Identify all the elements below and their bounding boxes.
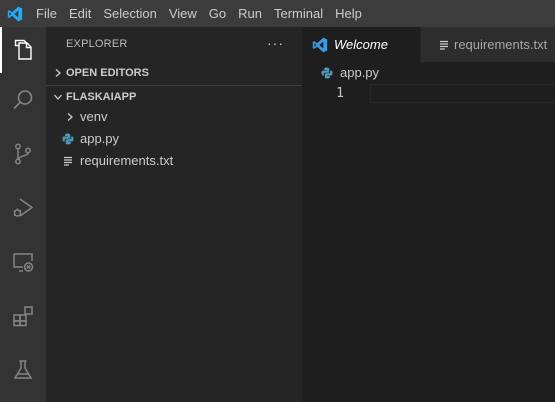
activity-explorer[interactable]	[0, 27, 46, 73]
tree-item-label: requirements.txt	[80, 153, 174, 168]
extensions-icon	[13, 306, 33, 327]
explorer-title: EXPLORER	[66, 38, 128, 50]
activity-run-debug[interactable]	[0, 185, 46, 231]
vscode-logo-icon	[0, 0, 30, 27]
activity-bar	[0, 27, 46, 402]
menu-terminal[interactable]: Terminal	[268, 0, 329, 27]
tab-welcome[interactable]: Welcome	[302, 27, 421, 62]
line-number: 1	[336, 86, 344, 101]
activity-testing[interactable]	[0, 347, 46, 393]
activity-search[interactable]	[0, 77, 46, 123]
tree-item-label: venv	[80, 109, 108, 124]
text-file-icon	[439, 27, 449, 62]
remote-explorer-icon	[13, 253, 34, 272]
active-indicator	[0, 27, 2, 73]
menu-view[interactable]: View	[163, 0, 203, 27]
menu-selection[interactable]: Selection	[97, 0, 162, 27]
breadcrumb-file-label: app.py	[340, 65, 380, 80]
code-line[interactable]: 1	[302, 84, 555, 103]
vscode-window: File Edit Selection View Go Run Terminal…	[0, 0, 555, 402]
search-icon	[13, 90, 33, 110]
tab-requirements-txt[interactable]: requirements.txt	[421, 27, 555, 62]
python-file-icon	[321, 62, 333, 84]
editor-area: Welcome requirements.txt app.py 1	[302, 27, 555, 402]
section-project-label: FLASKAIAPP	[66, 91, 137, 103]
text-file-icon	[61, 150, 75, 172]
section-project[interactable]: FLASKAIAPP	[46, 86, 302, 108]
more-actions-icon[interactable]: ···	[267, 27, 284, 60]
current-line-highlight	[370, 84, 555, 103]
menu-help[interactable]: Help	[329, 0, 368, 27]
files-icon	[14, 39, 32, 60]
section-open-editors-label: OPEN EDITORS	[66, 67, 149, 79]
run-debug-icon	[13, 198, 34, 217]
breadcrumb[interactable]: app.py	[302, 62, 555, 84]
tree-item-venv[interactable]: venv	[46, 106, 302, 128]
python-file-icon	[61, 128, 75, 150]
section-open-editors[interactable]: OPEN EDITORS	[46, 62, 302, 84]
menu-run[interactable]: Run	[232, 0, 268, 27]
source-control-icon	[15, 143, 31, 165]
chevron-right-icon	[51, 62, 65, 84]
menu-file[interactable]: File	[30, 0, 63, 27]
tree-item-label: app.py	[80, 131, 120, 146]
explorer-header: EXPLORER ···	[46, 27, 302, 62]
editor-tabs: Welcome requirements.txt	[302, 27, 555, 62]
chevron-right-icon	[63, 106, 77, 128]
menu-edit[interactable]: Edit	[63, 0, 97, 27]
explorer-sidebar: EXPLORER ··· OPEN EDITORS FLASKAIAPP ven…	[46, 27, 302, 402]
title-bar: File Edit Selection View Go Run Terminal…	[0, 0, 555, 27]
menu-go[interactable]: Go	[203, 0, 232, 27]
activity-source-control[interactable]	[0, 131, 46, 177]
vscode-logo-icon	[312, 27, 328, 62]
tab-requirements-label: requirements.txt	[454, 37, 548, 52]
tree-item-app-py[interactable]: app.py	[46, 128, 302, 150]
activity-extensions[interactable]	[0, 293, 46, 339]
tree-item-requirements-txt[interactable]: requirements.txt	[46, 150, 302, 172]
tab-welcome-label: Welcome	[334, 37, 388, 52]
activity-remote-explorer[interactable]	[0, 239, 46, 285]
testing-icon	[13, 360, 33, 379]
chevron-down-icon	[51, 86, 65, 108]
